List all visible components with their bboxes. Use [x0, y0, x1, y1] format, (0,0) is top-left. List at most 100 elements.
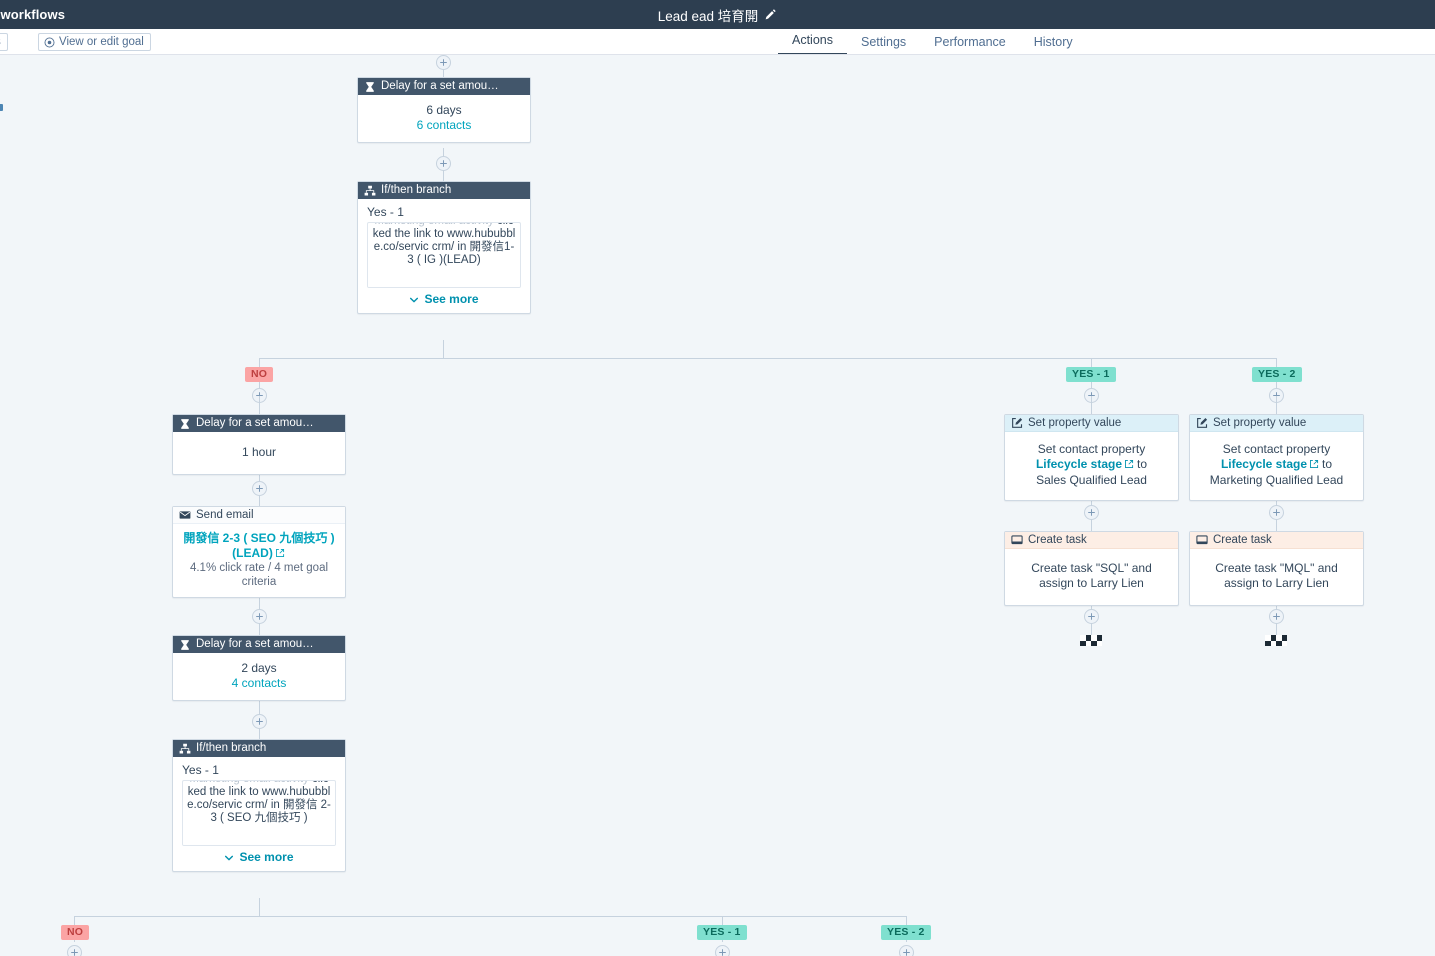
- action-card-set-property-value[interactable]: Set property value Set contact property …: [1004, 414, 1179, 501]
- card-title: Delay for a set amou…: [196, 636, 314, 653]
- tab-bar: Actions Settings Performance History: [0, 29, 1435, 55]
- hourglass-icon: [179, 639, 191, 651]
- card-header: Create task: [1190, 532, 1363, 549]
- contact-count[interactable]: 4 contacts: [181, 676, 337, 691]
- add-action-node[interactable]: [436, 55, 451, 70]
- tab-settings[interactable]: Settings: [847, 35, 920, 55]
- see-more-button[interactable]: See more: [358, 288, 530, 313]
- card-title: Set property value: [1028, 415, 1121, 432]
- see-more-label: See more: [239, 850, 293, 864]
- contact-count[interactable]: 6 contacts: [366, 118, 522, 133]
- action-card-if-then-branch[interactable]: If/then branch Yes - 1 Marketing email a…: [357, 181, 531, 314]
- branch-bus-line: [259, 358, 1277, 359]
- connector-line: [1091, 396, 1092, 415]
- card-header: Send email: [173, 507, 345, 524]
- card-body: 開發信 2-3 ( SEO 九個技巧 ) (LEAD) 4.1% click r…: [173, 524, 345, 597]
- branch-pill-no: NO: [245, 367, 273, 382]
- delay-duration: 2 days: [181, 661, 337, 676]
- action-card-create-task[interactable]: Create task Create task "SQL" and assign…: [1004, 531, 1179, 606]
- task-icon: [1011, 534, 1023, 546]
- card-body: Set contact property Lifecycle stage to …: [1005, 432, 1178, 500]
- card-body: 6 days 6 contacts: [358, 95, 530, 142]
- branch-criteria-preview: Marketing email activity clicked the lin…: [367, 222, 521, 288]
- email-name-link[interactable]: 開發信 2-3 ( SEO 九個技巧 ) (LEAD): [180, 531, 338, 561]
- card-body: Create task "SQL" and assign to Larry Li…: [1005, 549, 1178, 605]
- hourglass-icon: [364, 81, 376, 93]
- add-action-node[interactable]: [1269, 609, 1284, 624]
- card-title: Delay for a set amou…: [381, 78, 499, 95]
- pencil-icon[interactable]: [764, 8, 777, 21]
- action-card-set-property-value[interactable]: Set property value Set contact property …: [1189, 414, 1364, 501]
- card-header: If/then branch: [173, 740, 345, 757]
- create-task-description: Create task "SQL" and assign to Larry Li…: [1015, 561, 1168, 591]
- set-property-value: Sales Qualified Lead: [1013, 473, 1170, 488]
- card-title: Set property value: [1213, 415, 1306, 432]
- external-link-icon: [1309, 458, 1319, 473]
- card-title: If/then branch: [381, 182, 451, 199]
- tab-performance[interactable]: Performance: [920, 35, 1020, 55]
- external-link-icon: [1124, 458, 1134, 473]
- add-action-node[interactable]: [67, 945, 82, 956]
- add-action-node[interactable]: [252, 481, 267, 496]
- hourglass-icon: [179, 418, 191, 430]
- add-action-node[interactable]: [252, 609, 267, 624]
- workflow-canvas[interactable]: NO YES - 1 YES - 2: [0, 55, 1435, 956]
- branch-criteria-detail: clicked the link to www.hububble.co/serv…: [373, 222, 516, 266]
- branch-pill-yes-2: YES - 2: [1252, 367, 1302, 382]
- task-icon: [1196, 534, 1208, 546]
- preview-fade-overlay: [183, 823, 335, 845]
- external-link-icon: [274, 547, 286, 559]
- card-header: Delay for a set amou…: [173, 636, 345, 653]
- branch-name: Yes - 1: [173, 757, 345, 780]
- edit-square-icon: [1196, 417, 1208, 429]
- set-property-line-1: Set contact property: [1013, 442, 1170, 457]
- card-body: 1 hour: [173, 432, 345, 474]
- branch-criteria-type: Marketing email activity: [374, 222, 494, 227]
- card-header: Delay for a set amou…: [173, 415, 345, 432]
- card-body: 2 days 4 contacts: [173, 653, 345, 700]
- add-action-node[interactable]: [1269, 505, 1284, 520]
- workflow-title: Lead ead 培育開: [658, 5, 759, 25]
- action-card-if-then-branch[interactable]: If/then branch Yes - 1 Marketing email a…: [172, 739, 346, 872]
- add-action-node[interactable]: [899, 945, 914, 956]
- connector-line: [259, 396, 260, 415]
- branch-name: Yes - 1: [358, 199, 530, 222]
- card-header: Create task: [1005, 532, 1178, 549]
- branch-bus-line: [74, 916, 907, 917]
- add-action-node[interactable]: [436, 156, 451, 171]
- branch-criteria-type: Marketing email activity: [189, 780, 309, 785]
- workflow-title-group: Lead ead 培育開: [0, 0, 1435, 29]
- add-action-node[interactable]: [1084, 505, 1099, 520]
- clipped-left-fragment: [0, 104, 3, 111]
- end-of-branch-flag-icon: [1265, 635, 1287, 646]
- tab-history[interactable]: History: [1020, 35, 1087, 55]
- property-link[interactable]: Lifecycle stage: [1036, 457, 1122, 471]
- branch-pill-no: NO: [61, 925, 89, 940]
- add-action-node[interactable]: [252, 714, 267, 729]
- action-card-delay[interactable]: Delay for a set amou… 2 days 4 contacts: [172, 635, 346, 701]
- delay-duration: 6 days: [366, 103, 522, 118]
- card-title: Create task: [1028, 532, 1087, 549]
- email-stats: 4.1% click rate / 4 met goal criteria: [180, 561, 338, 589]
- set-property-connector: to: [1137, 457, 1147, 471]
- connector-line: [259, 898, 260, 916]
- card-title: Delay for a set amou…: [196, 415, 314, 432]
- property-link[interactable]: Lifecycle stage: [1221, 457, 1307, 471]
- add-action-node[interactable]: [1084, 609, 1099, 624]
- chevron-down-icon: [224, 852, 234, 862]
- action-card-create-task[interactable]: Create task Create task "MQL" and assign…: [1189, 531, 1364, 606]
- action-card-send-email[interactable]: Send email 開發信 2-3 ( SEO 九個技巧 ) (LEAD) 4…: [172, 506, 346, 598]
- branch-criteria-preview: Marketing email activity clicked the lin…: [182, 780, 336, 846]
- set-property-connector: to: [1322, 457, 1332, 471]
- branch-icon: [179, 743, 191, 755]
- card-header: Delay for a set amou…: [358, 78, 530, 95]
- card-header: Set property value: [1005, 415, 1178, 432]
- card-title: If/then branch: [196, 740, 266, 757]
- add-action-node[interactable]: [715, 945, 730, 956]
- action-card-delay[interactable]: Delay for a set amou… 1 hour: [172, 414, 346, 475]
- set-property-value: Marketing Qualified Lead: [1198, 473, 1355, 488]
- tab-actions[interactable]: Actions: [778, 33, 847, 55]
- action-card-delay[interactable]: Delay for a set amou… 6 days 6 contacts: [357, 77, 531, 143]
- see-more-button[interactable]: See more: [173, 846, 345, 871]
- preview-fade-overlay: [368, 265, 520, 287]
